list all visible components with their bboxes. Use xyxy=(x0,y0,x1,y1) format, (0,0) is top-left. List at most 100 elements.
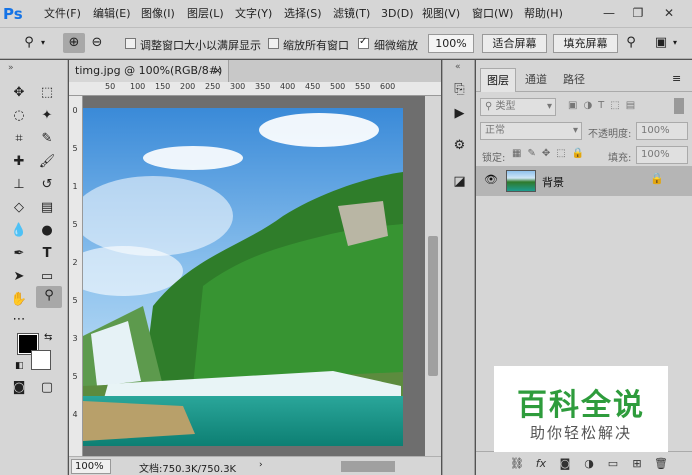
properties-panel-icon[interactable]: ⚙ xyxy=(449,136,470,156)
layer-style-icon[interactable]: fx xyxy=(532,455,550,473)
more-tools-icon[interactable]: ⋯ xyxy=(8,310,30,330)
new-layer-icon[interactable]: ⊞ xyxy=(628,455,646,473)
tab-channels[interactable]: 通道 xyxy=(518,68,554,92)
minimize-button[interactable]: — xyxy=(598,3,620,23)
background-color-swatch[interactable] xyxy=(31,350,51,370)
filter-toggle[interactable] xyxy=(674,98,684,114)
collapsed-panels: « ⎘ ▶ ⚙ ◪ xyxy=(442,60,475,475)
gradient-tool-icon[interactable]: ▤ xyxy=(36,198,58,218)
menu-help[interactable]: 帮助(H) xyxy=(524,0,563,28)
canvas-background[interactable] xyxy=(83,96,425,456)
restore-button[interactable]: ❐ xyxy=(627,3,649,23)
resize-windows-checkbox[interactable] xyxy=(125,38,136,49)
screen-mode-icon[interactable]: ▢ xyxy=(36,378,58,398)
document-tab-title: timg.jpg @ 100%(RGB/8#) xyxy=(75,64,223,77)
collapse-panels-icon[interactable]: « xyxy=(455,62,461,72)
menu-window[interactable]: 窗口(W) xyxy=(472,0,513,28)
search-icon: ⚲ xyxy=(485,101,493,112)
history-panel-icon[interactable]: ⎘ xyxy=(449,80,470,100)
menu-select[interactable]: 选择(S) xyxy=(284,0,322,28)
blend-mode-select[interactable]: 正常 ▾ xyxy=(480,122,582,140)
menu-view[interactable]: 视图(V) xyxy=(422,0,460,28)
magic-wand-icon[interactable]: ✦ xyxy=(36,106,58,126)
panel-tabs: 图层 通道 路径 ≡ xyxy=(476,68,692,92)
layer-filter-select[interactable]: ⚲ 类型 ▾ xyxy=(480,98,556,116)
zoom-tool-icon[interactable]: ⚲ xyxy=(36,286,62,308)
document-tab[interactable]: timg.jpg @ 100%(RGB/8#) × xyxy=(69,60,229,82)
trash-icon[interactable]: 🗑 xyxy=(652,455,670,473)
vertical-scrollbar[interactable] xyxy=(425,96,441,456)
horizontal-scrollbar-thumb[interactable] xyxy=(341,461,395,472)
zoom-in-icon[interactable]: ⊕ xyxy=(63,33,85,53)
crop-tool-icon[interactable]: ⌗ xyxy=(8,129,30,149)
brush-tool-icon[interactable]: 🖌 xyxy=(36,152,58,172)
healing-brush-icon[interactable]: ✚ xyxy=(8,152,30,172)
panel-menu-icon[interactable]: ≡ xyxy=(672,72,681,85)
ruler-tick-label: 150 xyxy=(155,82,171,91)
new-group-icon[interactable]: ▭ xyxy=(604,455,622,473)
actions-panel-icon[interactable]: ▶ xyxy=(449,104,470,124)
collapse-toolbox-icon[interactable]: » xyxy=(8,63,14,73)
link-layers-icon[interactable]: ⛓ xyxy=(508,455,526,473)
blur-tool-icon[interactable]: 💧 xyxy=(8,221,30,241)
layer-filter-icons[interactable]: ▣◑T⬚▤ xyxy=(568,100,641,111)
layer-row[interactable]: 👁 背景 🔒 xyxy=(476,166,692,196)
chevron-down-icon[interactable]: ▾ xyxy=(41,38,45,47)
scrubby-zoom-checkbox[interactable] xyxy=(358,36,369,49)
fill-screen-button[interactable]: 填充屏幕 xyxy=(553,34,618,53)
eraser-tool-icon[interactable]: ◇ xyxy=(8,198,30,218)
menu-layer[interactable]: 图层(L) xyxy=(187,0,224,28)
hand-tool-icon[interactable]: ✋ xyxy=(8,290,30,310)
zoom-tool-preset-icon[interactable]: ⚲ xyxy=(18,33,40,53)
workspace-icon[interactable]: ▣ xyxy=(650,33,672,53)
lasso-tool-icon[interactable]: ◌ xyxy=(8,106,30,126)
zoom-value-field[interactable]: 100% xyxy=(428,34,474,53)
menu-3d[interactable]: 3D(D) xyxy=(381,0,414,28)
zoom-all-windows-checkbox[interactable] xyxy=(268,38,279,49)
ruler-tick-label: 600 xyxy=(380,82,396,91)
ruler-tick-label: 1 xyxy=(72,182,78,191)
toolbox: » ✥ ⬚ ◌ ✦ ⌗ ✎ ✚ 🖌 ⊥ ↺ ◇ ▤ 💧 ● ✒ T ➤ ▭ ✋ … xyxy=(0,60,68,475)
workspace-chevron-icon[interactable]: ▾ xyxy=(673,38,677,47)
history-brush-icon[interactable]: ↺ xyxy=(36,175,58,195)
opacity-field[interactable]: 100% xyxy=(636,122,688,140)
fit-screen-button[interactable]: 适合屏幕 xyxy=(482,34,547,53)
chevron-down-icon: ▾ xyxy=(572,125,578,136)
path-selection-icon[interactable]: ➤ xyxy=(8,267,30,287)
fill-field[interactable]: 100% xyxy=(636,146,688,164)
rectangle-tool-icon[interactable]: ▭ xyxy=(36,267,58,287)
tab-paths[interactable]: 路径 xyxy=(556,68,592,92)
search-icon[interactable]: ⚲ xyxy=(620,33,642,53)
ruler-tick-label: 5 xyxy=(72,296,78,305)
tab-layers[interactable]: 图层 xyxy=(480,68,516,92)
vertical-scrollbar-thumb[interactable] xyxy=(428,236,438,376)
document-image[interactable] xyxy=(83,96,425,456)
close-tab-icon[interactable]: × xyxy=(213,60,222,82)
eyedropper-icon[interactable]: ✎ xyxy=(36,129,58,149)
status-menu-arrow-icon[interactable]: › xyxy=(259,460,263,470)
lock-icons[interactable]: ▦✎✥⬚🔒 xyxy=(512,148,590,159)
menu-bar: Ps 文件(F) 编辑(E) 图像(I) 图层(L) 文字(Y) 选择(S) 滤… xyxy=(0,0,692,28)
clone-stamp-icon[interactable]: ⊥ xyxy=(8,175,30,195)
add-mask-icon[interactable]: ◙ xyxy=(556,455,574,473)
menu-filter[interactable]: 滤镜(T) xyxy=(333,0,370,28)
menu-image[interactable]: 图像(I) xyxy=(141,0,175,28)
pen-tool-icon[interactable]: ✒ xyxy=(8,244,30,264)
zoom-percent-field[interactable]: 100% xyxy=(71,459,111,474)
swap-colors-icon[interactable]: ⇆ xyxy=(44,332,52,343)
marquee-tool-icon[interactable]: ⬚ xyxy=(36,83,58,103)
menu-file[interactable]: 文件(F) xyxy=(44,0,81,28)
default-colors-icon[interactable]: ◧ xyxy=(15,361,24,371)
zoom-out-icon[interactable]: ⊖ xyxy=(86,33,108,53)
menu-type[interactable]: 文字(Y) xyxy=(235,0,272,28)
ruler-vertical: 0 5 1 5 2 5 3 5 4 xyxy=(69,96,83,456)
adjustment-layer-icon[interactable]: ◑ xyxy=(580,455,598,473)
close-button[interactable]: ✕ xyxy=(658,3,680,23)
move-tool-icon[interactable]: ✥ xyxy=(8,83,30,103)
quick-mask-icon[interactable]: ◙ xyxy=(8,378,30,398)
adjustments-panel-icon[interactable]: ◪ xyxy=(449,172,470,192)
type-tool-icon[interactable]: T xyxy=(36,244,58,264)
eye-icon[interactable]: 👁 xyxy=(484,173,498,186)
menu-edit[interactable]: 编辑(E) xyxy=(93,0,131,28)
dodge-tool-icon[interactable]: ● xyxy=(36,221,58,241)
